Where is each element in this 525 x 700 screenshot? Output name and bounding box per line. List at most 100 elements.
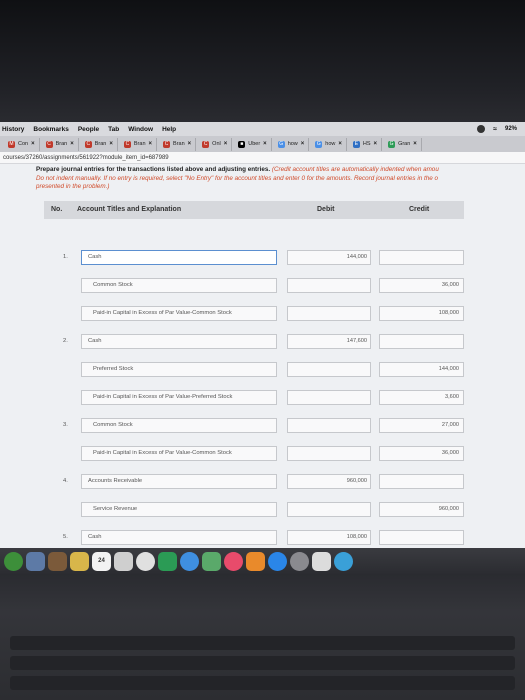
account-title-text: Preferred Stock	[93, 366, 134, 372]
facetime-icon[interactable]	[158, 551, 177, 571]
debit-input[interactable]	[287, 446, 371, 461]
menu-history[interactable]: History	[2, 126, 24, 133]
debit-input[interactable]	[287, 306, 371, 321]
photos-icon[interactable]	[136, 551, 155, 571]
status-circle-icon[interactable]	[477, 125, 486, 133]
calendar-icon[interactable]: 24	[92, 551, 111, 571]
menu-tab[interactable]: Tab	[108, 126, 119, 133]
browser-tab[interactable]: ■ Uber ×	[234, 137, 272, 151]
credit-input[interactable]	[379, 250, 464, 265]
account-title-text: Paid-in Capital in Excess of Par Value-P…	[93, 394, 233, 400]
browser-tab[interactable]: C Bran ×	[42, 137, 79, 151]
notes-icon[interactable]	[70, 551, 89, 571]
tab-close-icon[interactable]: ×	[338, 141, 342, 147]
browser-tab[interactable]: M Con ×	[4, 137, 40, 151]
tab-label: Bran	[133, 141, 146, 147]
instructions-note-2: Do not indent manually. If no entry is r…	[36, 174, 438, 182]
debit-input[interactable]	[287, 362, 371, 377]
tab-favicon-icon: C	[84, 140, 92, 148]
tab-label: how	[325, 141, 336, 147]
preview-icon[interactable]	[26, 551, 45, 571]
table-header: No. Account Titles and Explanation Debit…	[44, 201, 464, 219]
account-title-text: Paid-in Capital in Excess of Par Value-C…	[93, 310, 232, 316]
browser-tab[interactable]: G Gran ×	[384, 137, 422, 151]
debit-amount: 960,000	[346, 478, 367, 484]
laptop-screen: History Bookmarks People Tab Window Help…	[0, 122, 525, 548]
maps-icon[interactable]	[202, 551, 221, 571]
tab-close-icon[interactable]: ×	[70, 141, 74, 147]
credit-input[interactable]	[379, 334, 464, 349]
entry-number: 3.	[63, 422, 68, 428]
background-surroundings	[0, 0, 525, 122]
finder-icon[interactable]	[114, 551, 133, 571]
browser-tab[interactable]: C Bran ×	[159, 137, 197, 151]
credit-input[interactable]	[379, 530, 464, 545]
photos-box-icon[interactable]	[48, 551, 67, 571]
settings-icon[interactable]	[290, 551, 309, 571]
tab-favicon-icon: ■	[238, 140, 246, 148]
messages-icon[interactable]	[180, 551, 199, 571]
credit-amount: 108,000	[438, 310, 459, 316]
browser-tab[interactable]: C Bran ×	[120, 137, 158, 151]
photo-icon[interactable]	[312, 551, 331, 571]
tab-favicon-icon: M	[8, 140, 15, 148]
url-bar[interactable]: courses/37260/assignments/561922?module_…	[0, 152, 525, 164]
tab-close-icon[interactable]: ×	[31, 141, 35, 147]
entry-number: 2.	[63, 338, 68, 344]
account-title-text: Cash	[88, 338, 102, 344]
debit-amount: 144,000	[346, 254, 367, 260]
tab-favicon-icon: C	[202, 140, 210, 148]
tab-label: Bran	[94, 141, 107, 147]
status-area: ≈ 92%	[477, 125, 525, 133]
browser-tab[interactable]: Ghow ×	[274, 137, 310, 151]
tab-close-icon[interactable]: ×	[224, 141, 228, 147]
account-title-text: Accounts Receivable	[88, 478, 143, 484]
account-title-input[interactable]	[81, 530, 277, 545]
tab-close-icon[interactable]: ×	[413, 141, 417, 147]
menu-bar: History Bookmarks People Tab Window Help…	[0, 122, 525, 136]
books-icon[interactable]	[246, 551, 265, 571]
dock: 24	[0, 548, 525, 574]
app-icon[interactable]	[334, 551, 353, 571]
menu-bookmarks[interactable]: Bookmarks	[33, 126, 68, 133]
header-no: No.	[51, 206, 63, 213]
tab-favicon-icon: C	[163, 140, 171, 148]
battery-percent[interactable]: 92%	[505, 126, 517, 132]
laptop-keyboard-area	[0, 574, 525, 700]
debit-input[interactable]	[287, 390, 371, 405]
account-title-input[interactable]	[81, 250, 277, 265]
chrome-icon[interactable]	[4, 551, 23, 571]
debit-input[interactable]	[287, 502, 371, 517]
tab-close-icon[interactable]: ×	[374, 141, 378, 147]
browser-tab[interactable]: C Bran ×	[81, 137, 118, 151]
browser-tab[interactable]: C Onl ×	[198, 137, 233, 151]
tab-favicon-icon: G	[388, 140, 396, 148]
account-title-input[interactable]	[81, 334, 277, 349]
credit-input[interactable]	[379, 474, 464, 489]
tab-label: Bran	[55, 141, 68, 147]
tab-label: Con	[18, 141, 29, 147]
menu-window[interactable]: Window	[128, 126, 153, 133]
tab-close-icon[interactable]: ×	[263, 141, 267, 147]
appstore-icon[interactable]	[268, 551, 287, 571]
tab-favicon-icon: G	[277, 140, 285, 148]
wifi-icon[interactable]: ≈	[493, 126, 497, 133]
debit-input[interactable]	[287, 278, 371, 293]
tab-favicon-icon: G	[315, 140, 323, 148]
account-title-text: Service Revenue	[93, 506, 138, 512]
tab-label: how	[287, 141, 298, 147]
itunes-icon[interactable]	[224, 551, 243, 571]
menu-help[interactable]: Help	[162, 126, 176, 133]
tab-favicon-icon: C	[45, 140, 53, 148]
entry-number: 4.	[63, 478, 68, 484]
tab-close-icon[interactable]: ×	[188, 141, 192, 147]
tab-favicon-icon: E	[352, 140, 360, 148]
tab-close-icon[interactable]: ×	[109, 141, 113, 147]
debit-input[interactable]	[287, 418, 371, 433]
menu-people[interactable]: People	[78, 126, 99, 133]
instructions-lead: Prepare journal entries for the transact…	[36, 166, 271, 173]
tab-close-icon[interactable]: ×	[149, 141, 153, 147]
browser-tab[interactable]: Ghow ×	[311, 137, 347, 151]
browser-tab[interactable]: E HS ×	[349, 137, 383, 151]
tab-close-icon[interactable]: ×	[301, 141, 305, 147]
